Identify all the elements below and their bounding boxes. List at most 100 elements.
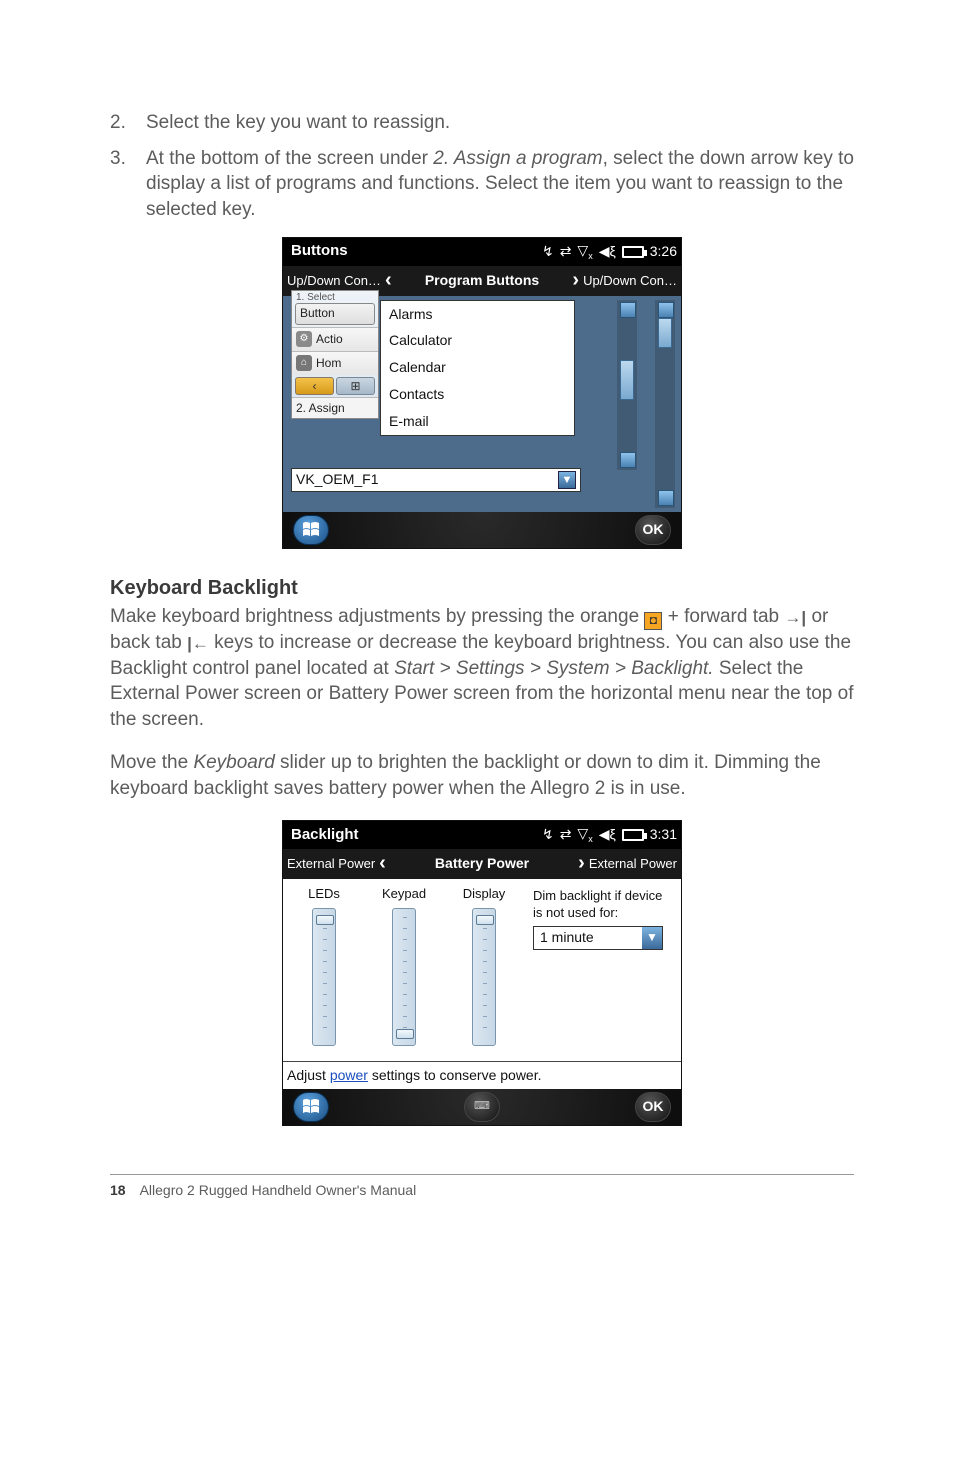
dropdown-option[interactable]: Calendar <box>381 354 574 381</box>
dim-timeout-select[interactable]: 1 minute ▼ <box>533 926 663 950</box>
nav-right-icon[interactable]: ⊞ <box>336 377 375 395</box>
forward-tab-icon: →| <box>784 608 806 627</box>
scrollbar[interactable] <box>617 300 637 470</box>
scrollbar-thumb[interactable] <box>620 360 634 400</box>
leds-slider[interactable] <box>312 908 336 1046</box>
display-slider[interactable] <box>472 908 496 1046</box>
slider-thumb[interactable] <box>396 1029 414 1039</box>
scrollbar[interactable] <box>655 300 675 508</box>
volume-icon: ◀ξ <box>599 242 616 261</box>
power-hint: Adjust power settings to conserve power. <box>283 1061 681 1089</box>
sync-icon: ↯ <box>542 825 554 844</box>
signal-icon: ▽x <box>577 241 592 262</box>
tab-current[interactable]: Battery Power <box>431 854 533 873</box>
window-title: Backlight <box>287 825 359 845</box>
buttons-screenshot: Buttons ↯ ⇄ ▽x ◀ξ 3:26 Up/Down Con…‹ Pro… <box>282 237 682 549</box>
volume-icon: ◀ξ <box>599 825 616 844</box>
status-icons: ↯ ⇄ ▽x ◀ξ 3:31 <box>542 824 677 845</box>
bottom-bar: OK <box>283 512 681 548</box>
clock: 3:31 <box>650 825 677 844</box>
battery-icon <box>622 246 644 258</box>
t: At the bottom of the screen under <box>146 148 433 169</box>
keyboard-icon: ⌨ <box>474 1099 490 1114</box>
title-bar: Buttons ↯ ⇄ ▽x ◀ξ 3:26 <box>283 238 681 266</box>
screen-body: 1. Select Button ⚙Actio ⌂Hom ‹ ⊞ 2. Assi… <box>283 296 681 512</box>
nav-left-icon[interactable]: ‹ <box>295 377 334 395</box>
home-row[interactable]: ⌂Hom <box>292 351 378 375</box>
settings-path: Start > Settings > System > Backlight. <box>394 658 713 679</box>
program-dropdown-list[interactable]: Alarms Calculator Calendar Contacts E-ma… <box>380 300 575 436</box>
title-bar: Backlight ↯ ⇄ ▽x ◀ξ 3:31 <box>283 821 681 849</box>
tab-next[interactable]: ›Up/Down Con… <box>543 267 681 294</box>
page-number: 18 <box>110 1182 126 1198</box>
power-link[interactable]: power <box>330 1067 368 1083</box>
dropdown-option[interactable]: Contacts <box>381 381 574 408</box>
keyboard-backlight-para-2: Move the Keyboard slider up to brighten … <box>110 750 854 801</box>
slider-label: Keypad <box>371 885 437 903</box>
list-item-3: 3. At the bottom of the screen under 2. … <box>110 146 854 223</box>
list-number: 2. <box>110 110 146 136</box>
dim-timeout-value: 1 minute <box>540 928 594 947</box>
bottom-bar: ⌨ OK <box>283 1089 681 1125</box>
chevron-right-icon: › <box>574 850 589 877</box>
display-slider-col: Display <box>451 885 517 1047</box>
tab-current[interactable]: Program Buttons <box>421 271 543 290</box>
button-row[interactable]: Button <box>295 303 375 325</box>
tab-bar: External Power‹ Battery Power ›External … <box>283 849 681 879</box>
list-text: At the bottom of the screen under 2. Ass… <box>146 146 854 223</box>
ok-button[interactable]: OK <box>635 1092 671 1122</box>
slider-label: LEDs <box>291 885 357 903</box>
windows-flag-icon <box>301 520 321 540</box>
start-button[interactable] <box>293 515 329 545</box>
dropdown-option[interactable]: E-mail <box>381 408 574 435</box>
chevron-right-icon: › <box>568 267 583 294</box>
keyboard-button[interactable]: ⌨ <box>464 1092 500 1122</box>
screen-body: LEDs Keypad Display Dim backlight if dev… <box>283 879 681 1089</box>
leds-slider-col: LEDs <box>291 885 357 1047</box>
assign-label: 2. Assign <box>292 397 378 418</box>
vk-value: VK_OEM_F1 <box>296 470 378 489</box>
list-text: Select the key you want to reassign. <box>146 110 854 136</box>
chevron-left-icon: ‹ <box>375 850 390 877</box>
slider-thumb[interactable] <box>316 915 334 925</box>
tab-next[interactable]: ›External Power <box>533 850 681 877</box>
slider-label: Display <box>451 885 517 903</box>
dropdown-arrow-icon[interactable]: ▼ <box>558 471 576 489</box>
nav-row: ‹ ⊞ <box>295 377 375 395</box>
slider-thumb[interactable] <box>476 915 494 925</box>
ok-button[interactable]: OK <box>635 515 671 545</box>
back-tab-icon: |← <box>187 634 209 653</box>
page-footer: 18 Allegro 2 Rugged Handheld Owner's Manu… <box>110 1174 854 1200</box>
keypad-slider-col: Keypad <box>371 885 437 1047</box>
clock: 3:26 <box>650 242 677 261</box>
dim-label: Dim backlight if device is not used for: <box>533 887 673 922</box>
em: Keyboard <box>193 752 274 773</box>
action-row[interactable]: ⚙Actio <box>292 327 378 351</box>
scrollbar-thumb[interactable] <box>658 318 672 348</box>
list-number: 3. <box>110 146 146 223</box>
keyboard-backlight-para-1: Make keyboard brightness adjustments by … <box>110 604 854 733</box>
signal-icon: ▽x <box>577 824 592 845</box>
connection-icon: ⇄ <box>560 242 572 261</box>
orange-modifier-key-icon: ◘ <box>644 612 662 630</box>
windows-flag-icon <box>301 1097 321 1117</box>
manual-title: Allegro 2 Rugged Handheld Owner's Manual <box>140 1182 417 1198</box>
dropdown-option[interactable]: Calculator <box>381 327 574 354</box>
tab-prev[interactable]: External Power‹ <box>283 850 431 877</box>
window-title: Buttons <box>287 241 348 261</box>
home-icon: ⌂ <box>296 355 312 371</box>
start-button[interactable] <box>293 1092 329 1122</box>
backlight-screenshot: Backlight ↯ ⇄ ▽x ◀ξ 3:31 External Power‹… <box>282 820 682 1126</box>
gear-icon: ⚙ <box>296 331 312 347</box>
sync-icon: ↯ <box>542 242 554 261</box>
keypad-slider[interactable] <box>392 908 416 1046</box>
status-icons: ↯ ⇄ ▽x ◀ξ 3:26 <box>542 241 677 262</box>
em: 2. Assign a program <box>433 148 602 169</box>
connection-icon: ⇄ <box>560 825 572 844</box>
vk-input[interactable]: VK_OEM_F1 ▼ <box>291 468 581 492</box>
dropdown-arrow-icon[interactable]: ▼ <box>642 927 662 949</box>
cut-label: 1. Select <box>292 291 378 301</box>
chevron-left-icon: ‹ <box>381 267 396 294</box>
list-item-2: 2. Select the key you want to reassign. <box>110 110 854 136</box>
dropdown-option[interactable]: Alarms <box>381 301 574 328</box>
